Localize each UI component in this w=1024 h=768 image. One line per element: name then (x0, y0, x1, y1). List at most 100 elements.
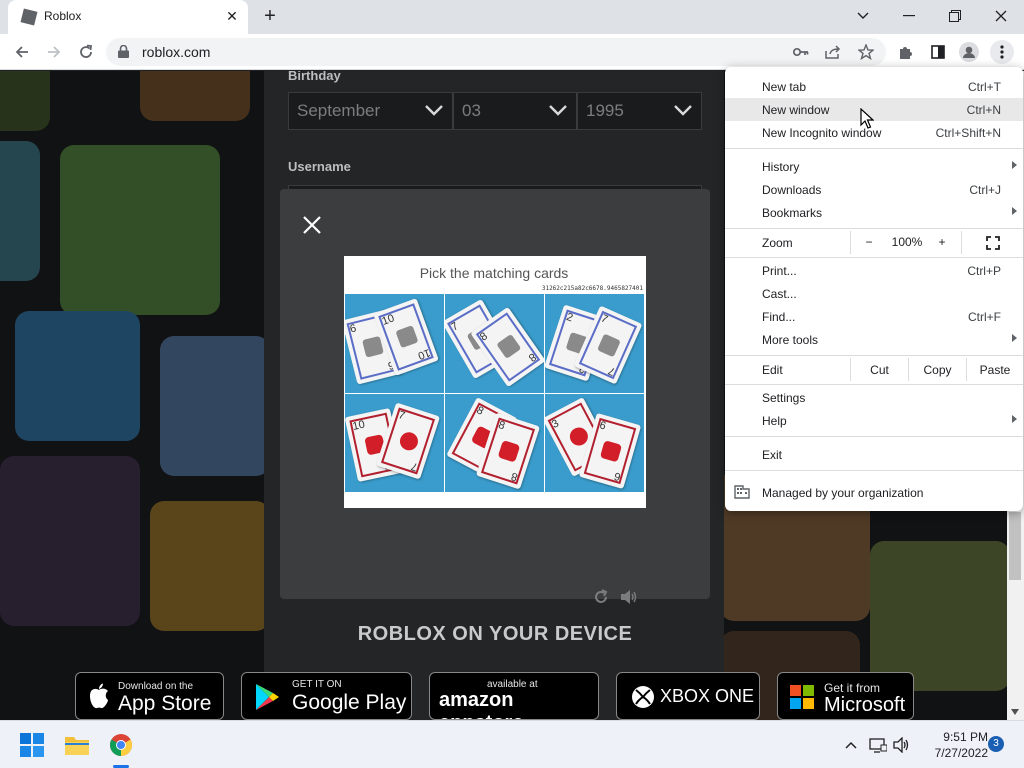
chrome-taskbar-icon[interactable] (105, 729, 137, 761)
badge-small-text: GET IT ON (292, 679, 342, 690)
xbox-icon (632, 686, 654, 708)
menu-help[interactable]: Help (725, 409, 1023, 432)
menu-new-incognito-window[interactable]: New Incognito window Ctrl+Shift+N (725, 121, 1023, 144)
taskbar-clock[interactable]: 9:51 PM 7/27/2022 (918, 729, 988, 761)
month-value: September (297, 101, 381, 120)
extensions-puzzle-icon[interactable] (894, 40, 918, 64)
card-number: 7 (449, 320, 461, 334)
scroll-down-arrow-icon[interactable] (1011, 709, 1019, 715)
menu-zoom-row: Zoom − 100% + (725, 231, 1023, 254)
fullscreen-icon[interactable] (986, 236, 1000, 250)
amazon-appstore-badge[interactable]: available at amazon appstore (429, 672, 599, 720)
menu-label: Cast... (762, 287, 797, 301)
paste-button[interactable]: Paste (967, 358, 1023, 381)
birthday-year-select[interactable]: 1995 (577, 92, 702, 130)
scrollbar-thumb[interactable] (1009, 512, 1021, 580)
captcha-cell[interactable]: 8888 (445, 393, 544, 492)
restore-button[interactable] (932, 0, 978, 32)
app-store-badge[interactable]: Download on the App Store (75, 672, 224, 720)
menu-more-tools[interactable]: More tools (725, 328, 1023, 351)
menu-label: Downloads (762, 183, 822, 197)
menu-settings[interactable]: Settings (725, 386, 1023, 409)
card-number: 2 (564, 311, 575, 325)
captcha-frame: Pick the matching cards 31262c215a82c667… (344, 256, 646, 508)
captcha-audio-icon[interactable] (620, 589, 638, 605)
captcha-cell[interactable]: 3366 (545, 393, 644, 492)
menu-new-tab[interactable]: New tab Ctrl+T (725, 75, 1023, 98)
menu-label: Print... (762, 264, 797, 278)
birthday-label: Birthday (288, 71, 341, 83)
windows-start-icon[interactable] (16, 729, 48, 761)
birthday-day-select[interactable]: 03 (453, 92, 577, 130)
captcha-cell[interactable]: 101077 (345, 393, 444, 492)
tab-search-chevron-icon[interactable] (840, 0, 886, 32)
microsoft-store-badge[interactable]: Get it from Microsoft (777, 672, 914, 720)
side-panel-icon[interactable] (926, 40, 950, 64)
google-play-badge[interactable]: GET IT ON Google Play (241, 672, 412, 720)
network-icon[interactable] (868, 735, 888, 755)
captcha-modal: Pick the matching cards 31262c215a82c667… (280, 189, 710, 604)
reload-button[interactable] (72, 38, 100, 66)
volume-icon[interactable] (892, 735, 912, 755)
menu-bookmarks[interactable]: Bookmarks (725, 201, 1023, 224)
captcha-reload-icon[interactable] (592, 589, 610, 605)
zoom-out-button[interactable]: − (860, 235, 878, 249)
minimize-button[interactable] (886, 0, 932, 32)
tab-strip: Roblox ✕ + (0, 0, 1024, 34)
xbox-one-badge[interactable]: XBOX ONE (616, 672, 760, 720)
menu-managed-by-org[interactable]: Managed by your organization (725, 481, 1023, 504)
profile-avatar-icon[interactable] (957, 40, 981, 64)
birthday-month-select[interactable]: September (288, 92, 453, 130)
notification-badge[interactable]: 3 (988, 736, 1004, 752)
zoom-in-button[interactable]: + (933, 235, 951, 249)
key-icon[interactable] (792, 43, 810, 61)
cut-button[interactable]: Cut (851, 358, 908, 381)
day-value: 03 (462, 101, 481, 120)
card-number: 6 (598, 418, 608, 433)
share-icon[interactable] (824, 43, 842, 61)
forward-button[interactable] (40, 38, 68, 66)
captcha-cell[interactable]: 2277 (545, 294, 644, 393)
tab-title: Roblox (44, 9, 82, 23)
menu-print[interactable]: Print... Ctrl+P (725, 259, 1023, 282)
address-bar[interactable]: roblox.com (106, 38, 886, 66)
menu-find[interactable]: Find... Ctrl+F (725, 305, 1023, 328)
menu-divider (725, 355, 1023, 356)
menu-exit[interactable]: Exit (725, 443, 1023, 466)
menu-downloads[interactable]: Downloads Ctrl+J (725, 178, 1023, 201)
url-text: roblox.com (142, 44, 211, 60)
copy-button[interactable]: Copy (909, 358, 966, 381)
captcha-cell[interactable]: 7788 (445, 294, 544, 393)
menu-label: More tools (762, 333, 819, 347)
new-tab-button[interactable]: + (258, 5, 282, 29)
lock-icon[interactable] (118, 44, 129, 63)
menu-shortcut: Ctrl+P (967, 264, 1001, 278)
close-window-button[interactable] (978, 0, 1024, 32)
red-symbol-icon (497, 439, 521, 463)
bookmark-star-icon[interactable] (857, 43, 875, 61)
card-number: 8 (496, 418, 507, 432)
card-number: 10 (415, 346, 432, 362)
tray-chevron-up-icon[interactable] (841, 735, 861, 755)
submenu-arrow-icon (1012, 334, 1017, 342)
file-explorer-icon[interactable] (61, 729, 93, 761)
roblox-favicon-icon (20, 8, 38, 26)
captcha-cell[interactable]: 661010 (345, 294, 444, 393)
badge-big-text: Google Play (292, 691, 407, 714)
back-button[interactable] (8, 38, 36, 66)
close-tab-button[interactable]: ✕ (222, 6, 242, 26)
chrome-menu-kebab-icon[interactable] (990, 40, 1014, 64)
close-icon[interactable] (300, 213, 324, 237)
tab-roblox[interactable]: Roblox ✕ (8, 0, 248, 34)
menu-label: New window (762, 103, 830, 117)
menu-history[interactable]: History (725, 155, 1023, 178)
thumbs-up-icon (362, 335, 384, 358)
card-number: 8 (526, 350, 538, 364)
menu-shortcut: Ctrl+N (966, 103, 1001, 117)
menu-divider (725, 228, 1023, 229)
menu-cast[interactable]: Cast... (725, 282, 1023, 305)
menu-label: Edit (762, 363, 783, 377)
mouse-cursor-icon (860, 108, 874, 129)
menu-new-window[interactable]: New window Ctrl+N (725, 98, 1023, 121)
card-number: 6 (348, 322, 358, 336)
